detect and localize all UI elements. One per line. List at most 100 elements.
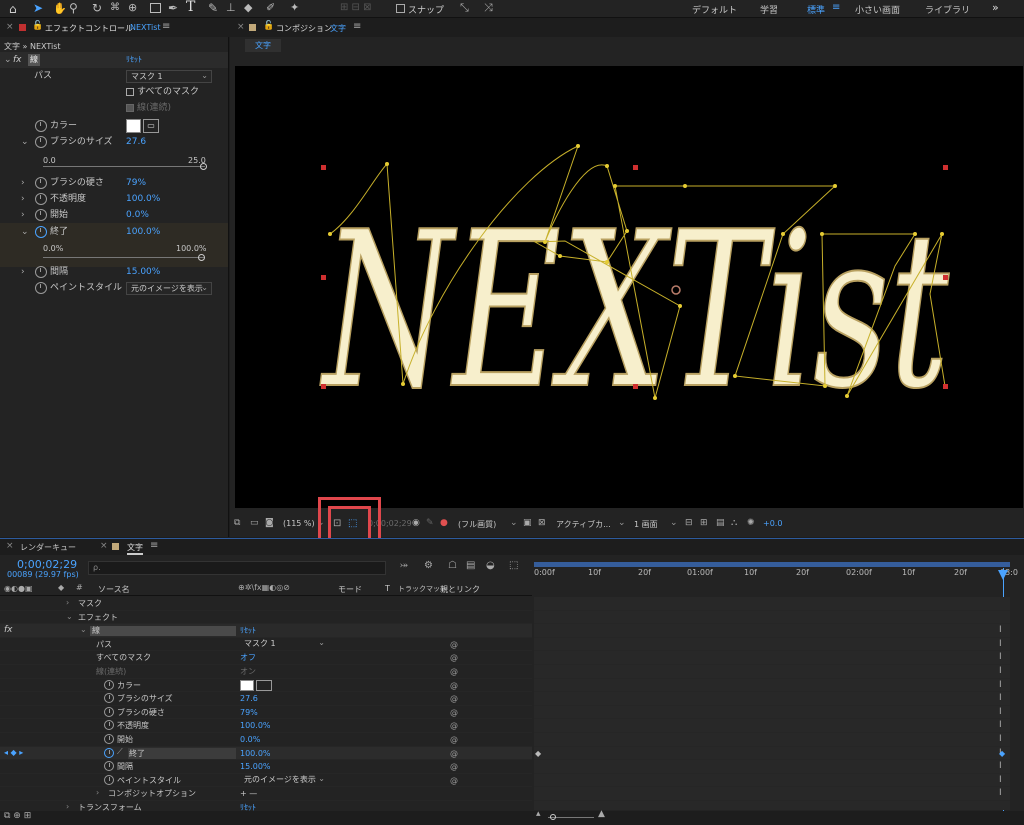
timeline-prop-row[interactable]: ブラシの硬さ 79% @ — [0, 706, 532, 720]
end-marker[interactable]: I — [999, 692, 1002, 705]
eyedropper-icon[interactable]: ▭ — [143, 119, 159, 133]
end-marker[interactable]: I — [999, 624, 1002, 637]
frame-blending-icon[interactable]: ▤ — [466, 560, 475, 571]
panel-menu-icon[interactable]: ≡ — [162, 21, 170, 32]
reset-exposure-icon[interactable]: ⊞ — [700, 518, 708, 528]
timeline-prop-row[interactable]: 線(連続) オン @ — [0, 665, 532, 679]
timeline-prop-row[interactable]: ⌄ fx 線 ﾘｾｯﾄ — [0, 624, 532, 638]
timeline-prop-row[interactable]: › マスク — [0, 597, 532, 611]
end-marker[interactable]: I — [999, 733, 1002, 746]
comp-flowchart-icon[interactable]: ⤖ — [400, 560, 408, 571]
pickwhip-icon[interactable]: @ — [450, 679, 458, 692]
col-source-name[interactable]: ソース名 — [98, 584, 130, 595]
timeline-prop-row[interactable]: › コンポジットオプション + — — [0, 787, 532, 801]
twirl-closed-icon[interactable]: › — [66, 802, 69, 811]
prop-value[interactable]: 元のイメージを表示 — [240, 773, 328, 786]
text-layer-preview[interactable]: NEXTist — [235, 66, 1023, 508]
type-tool-icon[interactable]: T — [186, 0, 195, 15]
track-area[interactable]: I I I I I I I I I I ◆ ◆ I I I — [534, 597, 1010, 815]
twirl-closed-icon[interactable]: › — [96, 788, 99, 797]
path-dropdown[interactable]: マスク 1 — [126, 70, 212, 83]
comp-tab-name[interactable]: 文字 — [330, 23, 346, 34]
end-marker[interactable]: I — [999, 787, 1002, 800]
track-row[interactable]: I — [534, 692, 1010, 706]
transparency-grid-icon[interactable]: ⊠ — [538, 518, 546, 528]
hand-tool-icon[interactable]: ✋ — [53, 2, 67, 15]
show-snapshot-icon[interactable]: ✎ — [426, 518, 434, 528]
eraser-tool-icon[interactable]: ◆ — [244, 1, 252, 14]
track-row[interactable] — [534, 597, 1010, 611]
prop-value[interactable]: 100.0% — [240, 747, 271, 760]
prop-value[interactable]: 27.6 — [240, 692, 258, 705]
pickwhip-icon[interactable]: @ — [450, 638, 458, 651]
effect-name-box[interactable]: 線 — [28, 54, 40, 66]
col-t[interactable]: T — [385, 584, 390, 593]
graph-editor-icon[interactable]: ⬚ — [509, 560, 518, 571]
prop-value[interactable]: 79% — [240, 706, 258, 719]
exposure-value[interactable]: +0.0 — [763, 519, 782, 528]
stopwatch-icon[interactable] — [104, 761, 114, 772]
color-channel-icon[interactable]: ● — [440, 518, 448, 528]
puppet-pin-icon[interactable]: ✦ — [290, 1, 299, 14]
twirl-closed-icon[interactable]: › — [66, 598, 69, 607]
hardness-stopwatch-icon[interactable] — [35, 177, 47, 189]
snapshot-icon[interactable]: ◉ — [412, 518, 420, 528]
end-marker[interactable]: I — [999, 651, 1002, 664]
brush-size-twirl-icon[interactable]: ⌄ — [21, 134, 29, 150]
prop-value[interactable]: オフ — [240, 651, 256, 664]
opacity-value[interactable]: 100.0% — [126, 191, 160, 207]
spacing-value[interactable]: 15.00% — [126, 264, 160, 280]
hardness-twirl-icon[interactable]: › — [21, 175, 25, 191]
timeline-prop-row[interactable]: パス マスク 1 @ — [0, 637, 532, 652]
camera-dropdown[interactable]: アクティブカ... — [556, 519, 611, 530]
track-row[interactable]: I — [534, 719, 1010, 733]
track-row[interactable]: I — [534, 638, 1010, 652]
color-stopwatch-icon[interactable] — [35, 120, 47, 132]
pan-behind-icon[interactable]: ⊕ — [128, 1, 137, 14]
timeline-prop-row[interactable]: 開始 0.0% @ — [0, 733, 532, 747]
prop-value[interactable]: マスク 1 — [240, 637, 328, 650]
rectangle-tool-icon[interactable] — [150, 3, 161, 13]
workspace-small-screen[interactable]: 小さい画面 — [855, 3, 900, 16]
home-icon[interactable]: ⌂ — [9, 2, 17, 16]
prop-value[interactable]: 100.0% — [240, 719, 271, 732]
end-marker[interactable]: I — [999, 638, 1002, 651]
start-twirl-icon[interactable]: › — [21, 207, 25, 223]
track-row[interactable]: I — [534, 774, 1010, 788]
start-stopwatch-icon[interactable] — [35, 209, 47, 221]
fx-icon[interactable]: fx — [4, 625, 13, 635]
camera-chevron-icon[interactable]: ⌄ — [618, 518, 626, 528]
pickwhip-icon[interactable]: @ — [450, 733, 458, 746]
toggle-pixel-icon[interactable]: ⊟ — [685, 518, 693, 528]
opacity-twirl-icon[interactable]: › — [21, 191, 25, 207]
stopwatch-icon[interactable] — [104, 706, 114, 717]
exposure-icon[interactable]: ✺ — [747, 518, 755, 528]
pickwhip-icon[interactable]: @ — [450, 760, 458, 773]
prop-value[interactable]: + — — [240, 787, 257, 800]
track-row[interactable]: I ◆ ◆ — [534, 747, 1010, 761]
all-masks-checkbox[interactable] — [126, 88, 134, 96]
panel-menu-icon[interactable]: ≡ — [150, 540, 158, 551]
zoom-slider-handle[interactable] — [550, 814, 556, 820]
selection-tool-icon[interactable]: ➤ — [33, 1, 43, 15]
resolution-dropdown[interactable]: (フル画質) — [458, 519, 496, 530]
flowchart-icon[interactable]: ⛬ — [731, 518, 737, 528]
end-value[interactable]: 100.0% — [126, 224, 160, 240]
effect-header-row[interactable]: ⌄ fx 線 ﾘｾｯﾄ — [0, 52, 228, 68]
fast-previews-icon[interactable]: ▣ — [523, 518, 532, 528]
draft-3d-icon[interactable]: ⚙ — [424, 560, 433, 571]
pickwhip-icon[interactable]: @ — [450, 774, 458, 787]
workspace-standard[interactable]: 標準 — [807, 3, 825, 16]
track-row[interactable]: I — [534, 733, 1010, 747]
stopwatch-icon[interactable] — [104, 747, 114, 758]
work-area-bar[interactable] — [534, 562, 1010, 567]
comp-sub-tab[interactable]: 文字 — [245, 39, 281, 52]
timeline-prop-row[interactable]: ◂ ◆ ▸ ⟋ 終了 100.0% @ — [0, 746, 532, 761]
layer-switches-icon[interactable]: ⧉ ⊕ ⊞ — [4, 811, 31, 821]
search-input[interactable]: ρ. — [88, 561, 386, 575]
hardness-value[interactable]: 79% — [126, 175, 146, 191]
stopwatch-icon[interactable] — [104, 774, 114, 785]
zoom-level[interactable]: (115 %) — [283, 519, 315, 528]
track-row[interactable]: I — [534, 665, 1010, 679]
fx-icon[interactable]: fx — [13, 52, 22, 68]
